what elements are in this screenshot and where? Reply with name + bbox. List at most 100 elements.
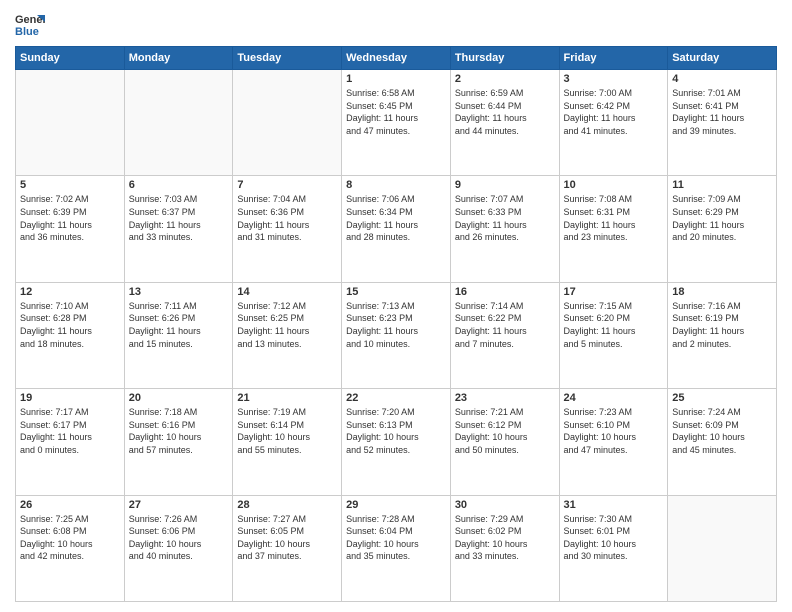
day-content: Sunrise: 7:10 AM Sunset: 6:28 PM Dayligh… (20, 300, 120, 350)
day-content: Sunrise: 7:14 AM Sunset: 6:22 PM Dayligh… (455, 300, 555, 350)
day-content: Sunrise: 7:21 AM Sunset: 6:12 PM Dayligh… (455, 406, 555, 456)
day-number: 13 (129, 286, 229, 298)
day-number: 18 (672, 286, 772, 298)
logo: General Blue (15, 10, 45, 40)
calendar-cell-21: 19Sunrise: 7:17 AM Sunset: 6:17 PM Dayli… (16, 389, 125, 495)
calendar-cell-0 (16, 70, 125, 176)
calendar-cell-26: 24 Sunrise: 7:23 AM Sunset: 6:10 PM Dayli… (559, 389, 668, 495)
day-number: 27 (129, 499, 229, 511)
calendar-cell-28: 26 Sunrise: 7:25 AM Sunset: 6:08 PM Dayli… (16, 495, 125, 601)
calendar-cell-12: 10 Sunrise: 7:08 AM Sunset: 6:31 PM Dayli… (559, 176, 668, 282)
calendar-cell-25: 23 Sunrise: 7:21 AM Sunset: 6:12 PM Dayli… (450, 389, 559, 495)
logo-icon: General Blue (15, 10, 45, 40)
day-content: Sunrise: 7:07 AM Sunset: 6:33 PM Dayligh… (455, 193, 555, 243)
weekday-header-wednesday: Wednesday (342, 47, 451, 70)
calendar-cell-19: 17 Sunrise: 7:15 AM Sunset: 6:20 PM Dayli… (559, 282, 668, 388)
day-number: 7 (237, 179, 337, 191)
day-number: 14 (237, 286, 337, 298)
calendar-week-0: 1 Sunrise: 6:58 AM Sunset: 6:45 PM Daylig… (16, 70, 777, 176)
calendar-week-4: 26 Sunrise: 7:25 AM Sunset: 6:08 PM Dayli… (16, 495, 777, 601)
calendar-cell-11: 9 Sunrise: 7:07 AM Sunset: 6:33 PM Daylig… (450, 176, 559, 282)
weekday-header-saturday: Saturday (668, 47, 777, 70)
calendar-cell-14: 12 Sunrise: 7:10 AM Sunset: 6:28 PM Dayli… (16, 282, 125, 388)
day-content: Sunrise: 7:23 AM Sunset: 6:10 PM Dayligh… (564, 406, 664, 456)
calendar-cell-15: 13 Sunrise: 7:11 AM Sunset: 6:26 PM Dayli… (124, 282, 233, 388)
day-content: Sunrise: 7:30 AM Sunset: 6:01 PM Dayligh… (564, 513, 664, 563)
calendar-cell-18: 16 Sunrise: 7:14 AM Sunset: 6:22 PM Dayli… (450, 282, 559, 388)
calendar-cell-17: 15Sunrise: 7:13 AM Sunset: 6:23 PM Dayli… (342, 282, 451, 388)
weekday-header-sunday: Sunday (16, 47, 125, 70)
day-number: 5 (20, 179, 120, 191)
day-number: 6 (129, 179, 229, 191)
day-number: 16 (455, 286, 555, 298)
day-content: Sunrise: 7:27 AM Sunset: 6:05 PM Dayligh… (237, 513, 337, 563)
calendar-cell-3: 1 Sunrise: 6:58 AM Sunset: 6:45 PM Daylig… (342, 70, 451, 176)
day-number: 25 (672, 392, 772, 404)
day-content: Sunrise: 7:02 AM Sunset: 6:39 PM Dayligh… (20, 193, 120, 243)
day-number: 12 (20, 286, 120, 298)
day-content: Sunrise: 7:25 AM Sunset: 6:08 PM Dayligh… (20, 513, 120, 563)
day-number: 21 (237, 392, 337, 404)
calendar-cell-10: 8 Sunrise: 7:06 AM Sunset: 6:34 PM Daylig… (342, 176, 451, 282)
day-number: 11 (672, 179, 772, 191)
day-number: 22 (346, 392, 446, 404)
day-number: 17 (564, 286, 664, 298)
day-content: Sunrise: 7:00 AM Sunset: 6:42 PM Dayligh… (564, 87, 664, 137)
calendar-cell-7: 5 Sunrise: 7:02 AM Sunset: 6:39 PM Daylig… (16, 176, 125, 282)
calendar-cell-32: 30 Sunrise: 7:29 AM Sunset: 6:02 PM Dayli… (450, 495, 559, 601)
calendar-cell-22: 20Sunrise: 7:18 AM Sunset: 6:16 PM Dayli… (124, 389, 233, 495)
weekday-header-monday: Monday (124, 47, 233, 70)
day-content: Sunrise: 7:04 AM Sunset: 6:36 PM Dayligh… (237, 193, 337, 243)
calendar-cell-27: 25 Sunrise: 7:24 AM Sunset: 6:09 PM Dayli… (668, 389, 777, 495)
calendar-cell-16: 14 Sunrise: 7:12 AM Sunset: 6:25 PM Dayli… (233, 282, 342, 388)
day-number: 24 (564, 392, 664, 404)
day-content: Sunrise: 7:11 AM Sunset: 6:26 PM Dayligh… (129, 300, 229, 350)
weekday-header-tuesday: Tuesday (233, 47, 342, 70)
day-number: 20 (129, 392, 229, 404)
calendar-week-3: 19Sunrise: 7:17 AM Sunset: 6:17 PM Dayli… (16, 389, 777, 495)
day-content: Sunrise: 7:17 AM Sunset: 6:17 PM Dayligh… (20, 406, 120, 456)
day-number: 10 (564, 179, 664, 191)
calendar-cell-13: 11 Sunrise: 7:09 AM Sunset: 6:29 PM Dayli… (668, 176, 777, 282)
day-number: 15 (346, 286, 446, 298)
day-number: 26 (20, 499, 120, 511)
day-content: Sunrise: 7:16 AM Sunset: 6:19 PM Dayligh… (672, 300, 772, 350)
calendar-cell-31: 29Sunrise: 7:28 AM Sunset: 6:04 PM Dayli… (342, 495, 451, 601)
calendar-table: SundayMondayTuesdayWednesdayThursdayFrid… (15, 46, 777, 602)
day-number: 23 (455, 392, 555, 404)
day-content: Sunrise: 7:29 AM Sunset: 6:02 PM Dayligh… (455, 513, 555, 563)
day-number: 4 (672, 73, 772, 85)
day-content: Sunrise: 7:26 AM Sunset: 6:06 PM Dayligh… (129, 513, 229, 563)
day-content: Sunrise: 7:24 AM Sunset: 6:09 PM Dayligh… (672, 406, 772, 456)
day-number: 29 (346, 499, 446, 511)
day-content: Sunrise: 7:19 AM Sunset: 6:14 PM Dayligh… (237, 406, 337, 456)
calendar-cell-34 (668, 495, 777, 601)
svg-text:Blue: Blue (15, 26, 39, 38)
day-content: Sunrise: 7:15 AM Sunset: 6:20 PM Dayligh… (564, 300, 664, 350)
day-content: Sunrise: 7:09 AM Sunset: 6:29 PM Dayligh… (672, 193, 772, 243)
calendar-week-2: 12 Sunrise: 7:10 AM Sunset: 6:28 PM Dayli… (16, 282, 777, 388)
day-content: Sunrise: 6:58 AM Sunset: 6:45 PM Dayligh… (346, 87, 446, 137)
day-content: Sunrise: 7:12 AM Sunset: 6:25 PM Dayligh… (237, 300, 337, 350)
calendar-cell-5: 3Sunrise: 7:00 AM Sunset: 6:42 PM Daylig… (559, 70, 668, 176)
weekday-header-friday: Friday (559, 47, 668, 70)
calendar-cell-9: 7 Sunrise: 7:04 AM Sunset: 6:36 PM Daylig… (233, 176, 342, 282)
day-content: Sunrise: 7:01 AM Sunset: 6:41 PM Dayligh… (672, 87, 772, 137)
day-content: Sunrise: 7:03 AM Sunset: 6:37 PM Dayligh… (129, 193, 229, 243)
day-number: 8 (346, 179, 446, 191)
calendar-cell-20: 18 Sunrise: 7:16 AM Sunset: 6:19 PM Dayli… (668, 282, 777, 388)
day-content: Sunrise: 7:08 AM Sunset: 6:31 PM Dayligh… (564, 193, 664, 243)
header: General Blue (15, 10, 777, 40)
day-number: 2 (455, 73, 555, 85)
day-content: Sunrise: 7:06 AM Sunset: 6:34 PM Dayligh… (346, 193, 446, 243)
day-number: 30 (455, 499, 555, 511)
calendar-cell-6: 4 Sunrise: 7:01 AM Sunset: 6:41 PM Daylig… (668, 70, 777, 176)
calendar-cell-4: 2Sunrise: 6:59 AM Sunset: 6:44 PM Daylig… (450, 70, 559, 176)
day-number: 28 (237, 499, 337, 511)
day-number: 9 (455, 179, 555, 191)
calendar-cell-29: 27 Sunrise: 7:26 AM Sunset: 6:06 PM Dayli… (124, 495, 233, 601)
weekday-header-thursday: Thursday (450, 47, 559, 70)
day-number: 31 (564, 499, 664, 511)
day-number: 1 (346, 73, 446, 85)
calendar-cell-23: 21 Sunrise: 7:19 AM Sunset: 6:14 PM Dayli… (233, 389, 342, 495)
